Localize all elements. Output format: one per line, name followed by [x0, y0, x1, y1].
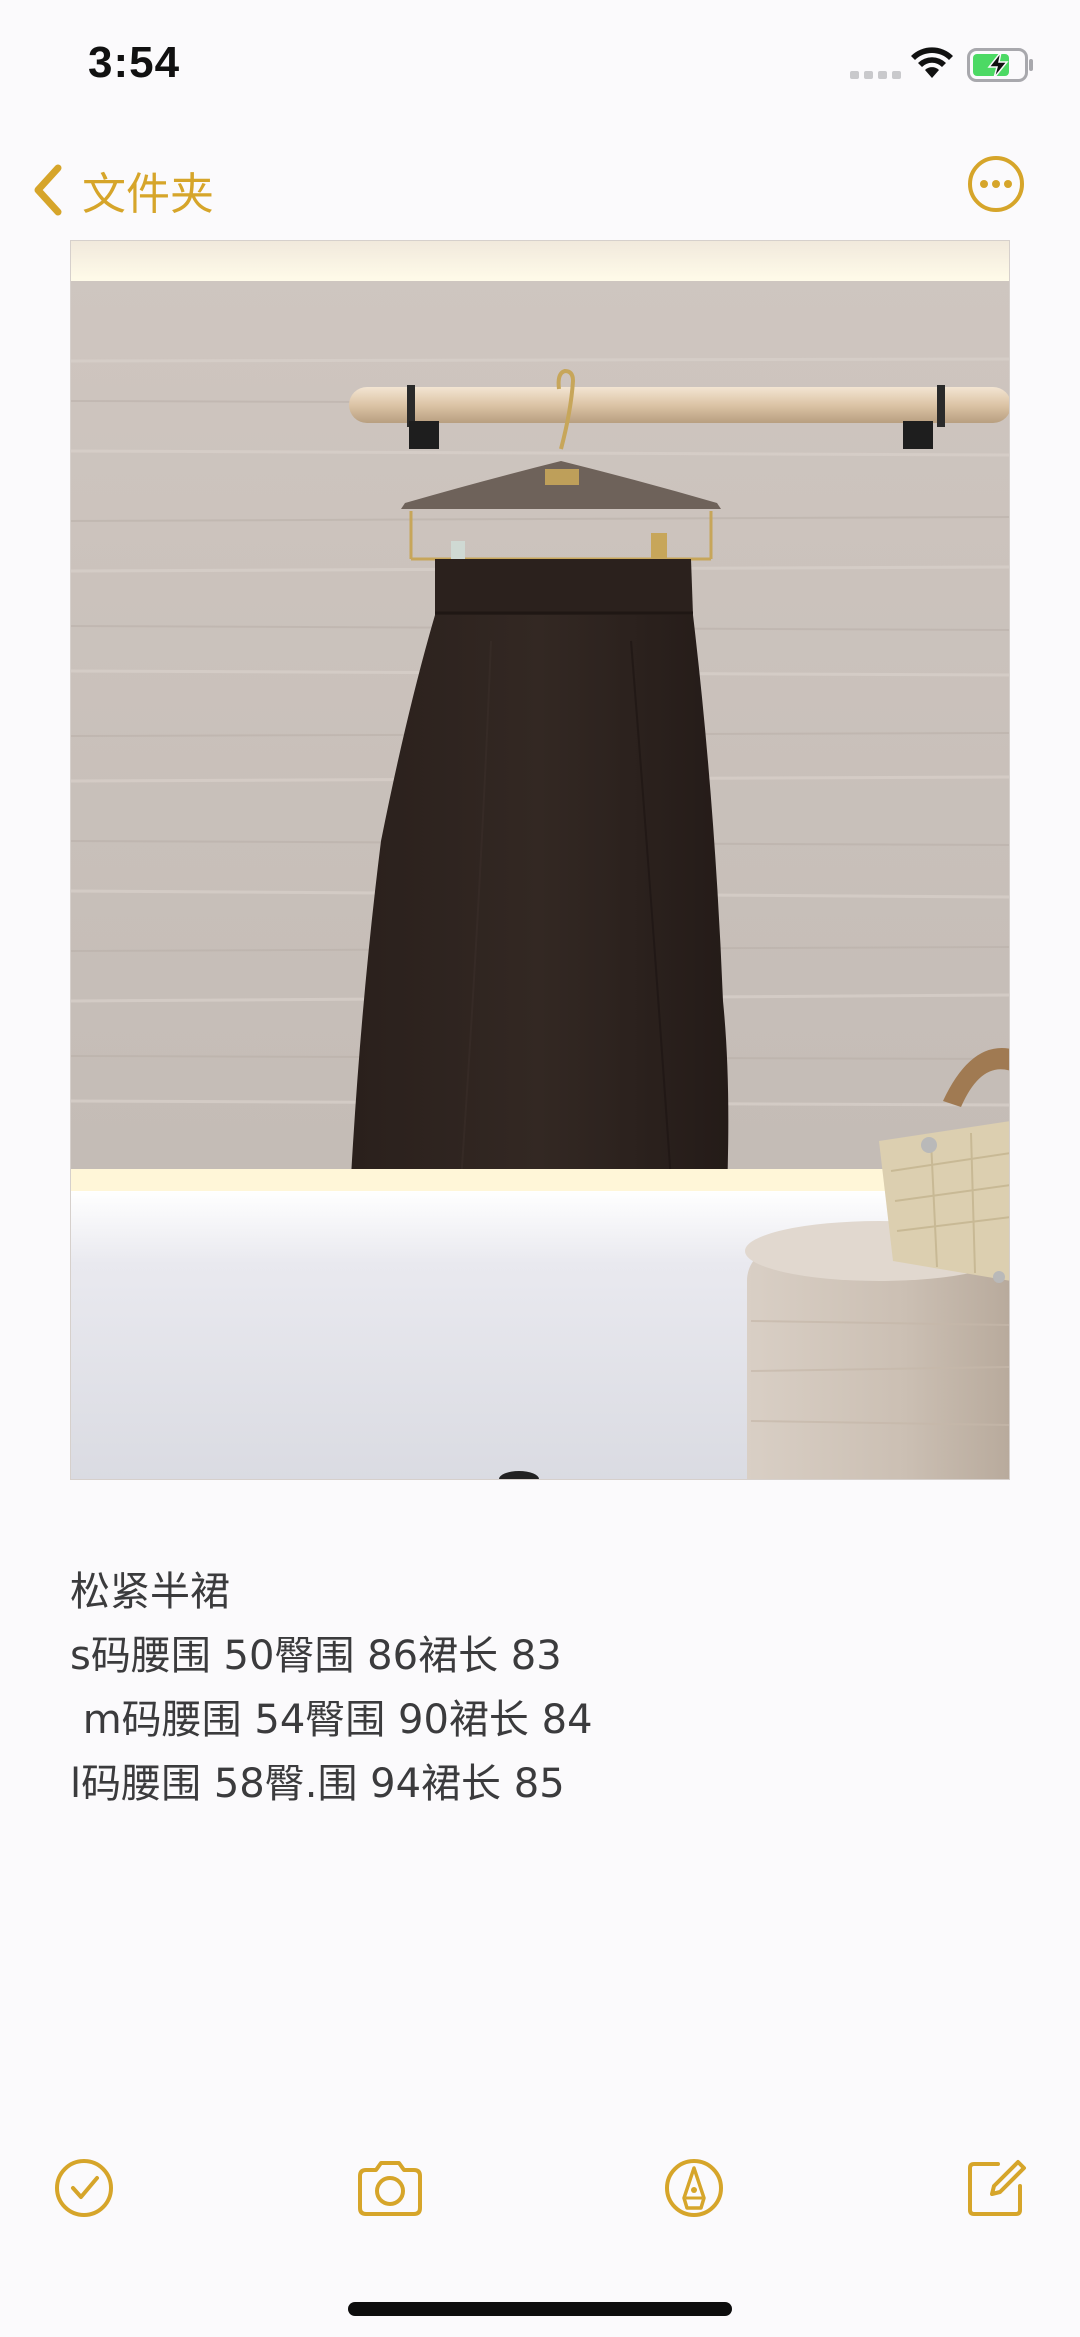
chevron-left-icon: [34, 164, 62, 216]
status-time: 3:54: [88, 38, 181, 87]
camera-button[interactable]: [352, 2150, 428, 2226]
checklist-button[interactable]: [46, 2150, 122, 2226]
note-body[interactable]: 松紧半裙 s码腰围 50臀围 86裙长 83 m码腰围 54臀围 90裙长 84…: [70, 1560, 1010, 1816]
signal-icon: [850, 70, 902, 80]
wifi-icon: [910, 46, 954, 85]
more-options-button[interactable]: [966, 154, 1026, 214]
note-line-size-m: m码腰围 54臀围 90裙长 84: [70, 1697, 593, 1743]
battery-charging-icon: [967, 48, 1037, 87]
back-label: 文件夹: [82, 169, 214, 220]
status-bar: 3:54: [0, 0, 1080, 130]
home-indicator[interactable]: [348, 2302, 732, 2316]
note-line-size-s: s码腰围 50臀围 86裙长 83: [70, 1633, 562, 1679]
ellipsis-circle-icon: [968, 156, 1024, 212]
note-attachment-photo[interactable]: [70, 240, 1010, 1480]
back-button[interactable]: 文件夹: [30, 158, 214, 222]
markup-pen-icon: [665, 2159, 723, 2217]
compose-button[interactable]: [958, 2150, 1034, 2226]
compose-icon: [968, 2160, 1026, 2216]
checklist-icon: [55, 2159, 113, 2217]
note-line-size-l: l码腰围 58臀.围 94裙长 85: [70, 1761, 565, 1807]
notes-screen: 3:54 文件夹 松紧半裙 s码腰围 50臀围 86裙长 83 m码腰围 54臀…: [0, 0, 1080, 2337]
bottom-toolbar: [0, 2150, 1080, 2230]
camera-icon: [358, 2161, 422, 2216]
note-title: 松紧半裙: [70, 1569, 230, 1615]
markup-button[interactable]: [656, 2150, 732, 2226]
navigation-bar: 文件夹: [0, 140, 1080, 240]
